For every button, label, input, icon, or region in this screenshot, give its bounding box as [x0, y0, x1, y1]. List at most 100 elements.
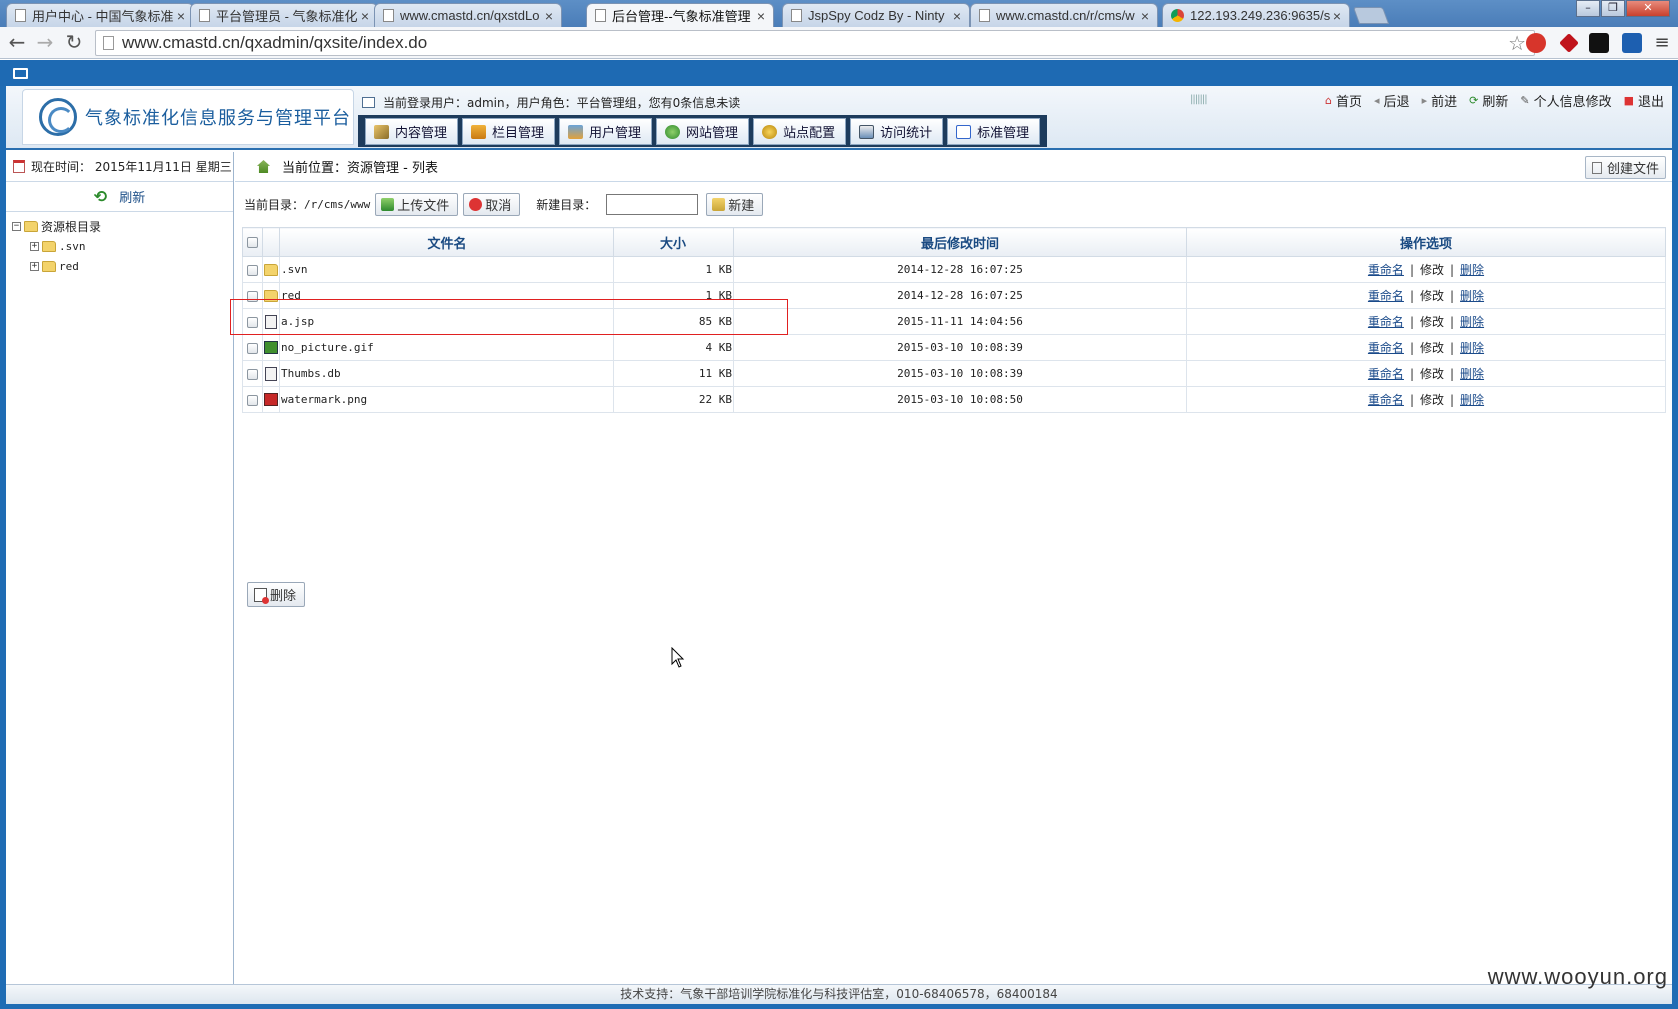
expand-icon[interactable]: +: [30, 261, 39, 271]
logout-link[interactable]: ■ 退出: [1624, 91, 1664, 110]
file-name[interactable]: .svn: [279, 256, 614, 283]
browser-tab-active[interactable]: 后台管理--气象标准管理 ×: [586, 3, 774, 27]
close-tab-icon[interactable]: ×: [359, 8, 371, 24]
home-icon: [257, 160, 270, 173]
sidebar: 现在时间： 2015年11月11日 星期三 ⟲ 刷新 − 资源根目录 + .sv…: [6, 152, 234, 984]
new-dir-input[interactable]: [606, 193, 699, 215]
browser-tab[interactable]: JspSpy Codz By - Ninty ×: [782, 3, 970, 27]
close-tab-icon[interactable]: ×: [951, 8, 963, 24]
close-tab-icon[interactable]: ×: [1139, 8, 1151, 24]
extension-icon[interactable]: [1526, 33, 1546, 53]
tree-root[interactable]: − 资源根目录: [12, 216, 233, 236]
new-tab-button[interactable]: [1352, 7, 1390, 24]
edit-link[interactable]: 修改: [1420, 367, 1444, 381]
reload-icon[interactable]: ↻: [63, 32, 85, 54]
refresh-icon: ⟳: [1469, 94, 1479, 107]
back-link[interactable]: ◂ 后退: [1374, 91, 1410, 110]
edit-link[interactable]: 修改: [1420, 263, 1444, 277]
png-file-icon: [264, 393, 278, 407]
browser-tab[interactable]: 平台管理员 - 气象标准化 ×: [190, 3, 378, 27]
browser-tab[interactable]: www.cmastd.cn/qxstdLo ×: [374, 3, 562, 27]
folder-icon: [712, 197, 726, 211]
edit-link[interactable]: 修改: [1420, 341, 1444, 355]
upload-file-button[interactable]: 上传文件: [375, 192, 459, 216]
delete-link[interactable]: 删除: [1460, 263, 1484, 277]
menu-standards[interactable]: 标准管理: [947, 118, 1041, 145]
close-tab-icon[interactable]: ×: [175, 8, 187, 24]
menu-site-config[interactable]: 站点配置: [753, 118, 847, 145]
file-name[interactable]: Thumbs.db: [279, 360, 614, 387]
delete-link[interactable]: 删除: [1460, 367, 1484, 381]
chrome-icon: [1171, 9, 1184, 22]
browser-tab[interactable]: 用户中心 - 中国气象标准 ×: [6, 3, 194, 27]
row-checkbox[interactable]: [247, 394, 258, 406]
file-size: 11 KB: [613, 360, 734, 387]
maximize-button[interactable]: ❐: [1601, 0, 1625, 17]
edit-link[interactable]: 修改: [1420, 315, 1444, 329]
close-tab-icon[interactable]: ×: [543, 8, 555, 24]
rename-link[interactable]: 重命名: [1368, 263, 1404, 277]
delete-link[interactable]: 删除: [1460, 341, 1484, 355]
delete-selected-button[interactable]: 删除: [247, 582, 306, 607]
tree-node-svn[interactable]: + .svn: [12, 236, 233, 256]
expand-icon[interactable]: +: [30, 241, 39, 251]
edit-link[interactable]: 修改: [1420, 289, 1444, 303]
extension-icon[interactable]: [1559, 33, 1579, 53]
delete-link[interactable]: 删除: [1460, 315, 1484, 329]
menu-users[interactable]: 用户管理: [559, 118, 653, 145]
sidebar-refresh[interactable]: ⟲ 刷新: [6, 182, 233, 212]
file-name[interactable]: red: [279, 282, 614, 309]
separator: |: [1409, 367, 1414, 381]
close-tab-icon[interactable]: ×: [755, 8, 767, 24]
close-window-button[interactable]: ✕: [1626, 0, 1670, 17]
forward-arrow-icon[interactable]: →: [34, 32, 56, 54]
extension-icon[interactable]: [1622, 33, 1642, 53]
bookmark-star-icon[interactable]: ☆: [1508, 31, 1526, 56]
rename-link[interactable]: 重命名: [1368, 393, 1404, 407]
profile-edit-link[interactable]: ✎ 个人信息修改: [1520, 91, 1611, 110]
browser-tab[interactable]: 122.193.249.236:9635/s ×: [1162, 3, 1350, 27]
file-name[interactable]: watermark.png: [279, 386, 614, 413]
create-file-button[interactable]: 创建文件: [1584, 156, 1666, 179]
row-checkbox[interactable]: [247, 264, 258, 276]
close-tab-icon[interactable]: ×: [1331, 8, 1343, 24]
menu-website[interactable]: 网站管理: [656, 118, 750, 145]
menu-icon[interactable]: ≡: [1652, 33, 1672, 53]
menu-content[interactable]: 内容管理: [365, 118, 459, 145]
breadcrumb: 当前位置：资源管理 - 列表 创建文件: [235, 152, 1672, 182]
minimize-button[interactable]: –: [1576, 0, 1600, 17]
home-link[interactable]: ⌂ 首页: [1325, 91, 1362, 110]
new-dir-button[interactable]: 新建: [706, 192, 764, 216]
refresh-link[interactable]: ⟳ 刷新: [1469, 91, 1508, 110]
separator: |: [1409, 289, 1414, 303]
current-dir-path: /r/cms/www: [304, 197, 371, 211]
edit-link[interactable]: 修改: [1420, 393, 1444, 407]
row-checkbox[interactable]: [247, 316, 258, 328]
file-name[interactable]: a.jsp: [279, 308, 614, 335]
row-checkbox[interactable]: [247, 290, 258, 302]
rename-link[interactable]: 重命名: [1368, 367, 1404, 381]
file-name[interactable]: no_picture.gif: [279, 334, 614, 361]
rename-link[interactable]: 重命名: [1368, 315, 1404, 329]
delete-link[interactable]: 删除: [1460, 289, 1484, 303]
rename-link[interactable]: 重命名: [1368, 289, 1404, 303]
row-checkbox[interactable]: [247, 342, 258, 354]
back-arrow-icon[interactable]: ←: [6, 32, 28, 54]
extension-icon[interactable]: [1589, 33, 1609, 53]
collapse-icon[interactable]: −: [12, 221, 21, 231]
rename-link[interactable]: 重命名: [1368, 341, 1404, 355]
forward-link[interactable]: ▸ 前进: [1422, 91, 1458, 110]
row-checkbox[interactable]: [247, 368, 258, 380]
menu-channel[interactable]: 栏目管理: [462, 118, 556, 145]
menu-statistics[interactable]: 访问统计: [850, 118, 944, 145]
logout-icon: ■: [1623, 94, 1634, 107]
tree-node-red[interactable]: + red: [12, 256, 233, 276]
select-all-checkbox[interactable]: [247, 236, 258, 248]
browser-tab[interactable]: www.cmastd.cn/r/cms/w ×: [970, 3, 1158, 27]
delete-link[interactable]: 删除: [1460, 393, 1484, 407]
file-icon-cell: [262, 334, 280, 361]
address-bar[interactable]: www.cmastd.cn/qxadmin/qxsite/index.do ☆: [95, 30, 1535, 56]
column-filename: 文件名: [279, 227, 614, 257]
page-icon: [595, 9, 606, 22]
cancel-button[interactable]: 取消: [463, 192, 521, 216]
